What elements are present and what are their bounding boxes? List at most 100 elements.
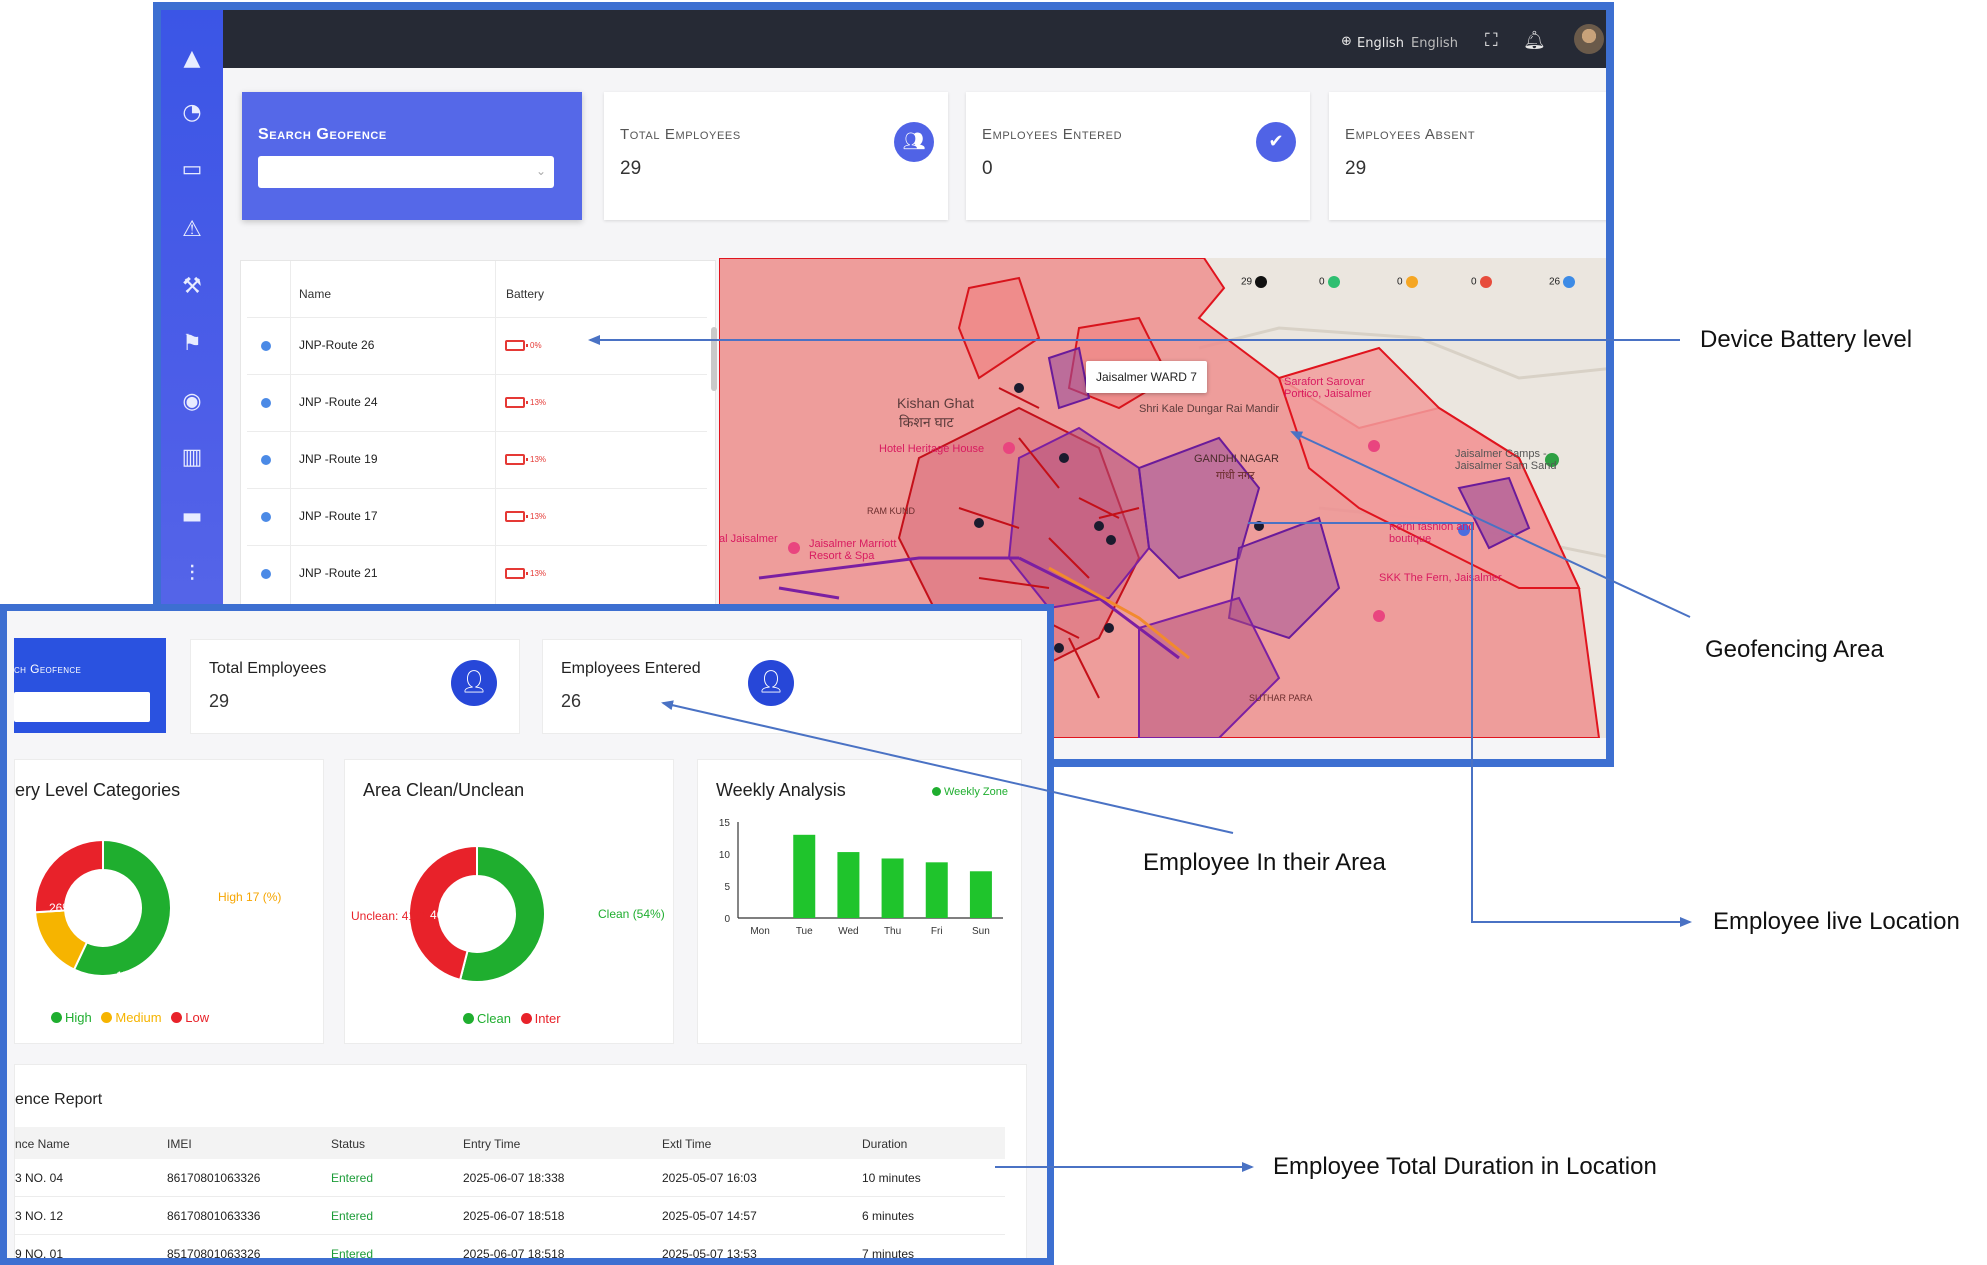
bar-sun[interactable] bbox=[969, 871, 992, 918]
bar-thu[interactable] bbox=[881, 858, 904, 918]
user-circle-icon[interactable]: ◉ bbox=[175, 385, 209, 419]
monitor-icon[interactable]: ▭ bbox=[175, 153, 209, 187]
entry-time: 2025-06-07 18:518 bbox=[463, 1209, 565, 1223]
report-title: ence Report bbox=[15, 1091, 103, 1108]
warning-icon[interactable]: ⚠ bbox=[175, 213, 209, 247]
table-row[interactable]: JNP -Route 17 13% bbox=[247, 488, 707, 545]
area-donut-chart bbox=[408, 844, 546, 983]
table-row[interactable]: 3 NO. 04 86170801063326 Entered 2025-06-… bbox=[15, 1159, 1005, 1197]
x-tick-label: Wed bbox=[838, 926, 858, 937]
total-employees-card: Total Employees 29 👤︎ bbox=[190, 639, 520, 734]
sliders-icon[interactable]: ⫶ bbox=[175, 558, 209, 592]
column-header[interactable]: IMEI bbox=[167, 1137, 192, 1151]
column-header[interactable]: Entry Time bbox=[463, 1137, 520, 1151]
total-employees-value: 29 bbox=[620, 158, 642, 179]
dashboard-gauge-icon[interactable]: ◔ bbox=[175, 96, 209, 130]
device-name: JNP -Route 21 bbox=[299, 566, 378, 580]
employees-entered-card: Employees Entered 0 ✔ bbox=[966, 92, 1310, 220]
bar-wed[interactable] bbox=[837, 852, 860, 918]
search-geofence-title: Search Geofence bbox=[258, 126, 387, 143]
table-row[interactable]: 3 NO. 12 86170801063336 Entered 2025-06-… bbox=[15, 1197, 1005, 1235]
x-tick-label: Sun bbox=[972, 926, 990, 937]
column-header-name[interactable]: Name bbox=[299, 287, 331, 301]
map-label: Kishan Ghat bbox=[897, 395, 975, 411]
duration: 6 minutes bbox=[862, 1209, 915, 1223]
legend-dot bbox=[51, 1012, 62, 1023]
employees-absent-card: Employees Absent 29 bbox=[1329, 92, 1606, 220]
y-tick-label: 10 bbox=[719, 850, 731, 861]
donut-note-clean: Clean (54%) bbox=[598, 907, 665, 921]
table-row[interactable]: JNP -Route 21 13% bbox=[247, 545, 707, 602]
column-header[interactable]: Duration bbox=[862, 1137, 907, 1151]
map-label: al Jaisalmer bbox=[719, 533, 778, 545]
donut-note-high: High 17 (%) bbox=[218, 890, 282, 904]
map-label: Jaisalmer Camps - Jaisalmer Sam Sand bbox=[1455, 448, 1557, 472]
top-header: ⊕ English English ⛶ 🔔︎ bbox=[223, 10, 1606, 68]
logo-icon[interactable]: ▲ bbox=[175, 42, 209, 76]
map-label: SUTHAR PARA bbox=[1249, 693, 1313, 703]
search-geofence-card: ch Geofence bbox=[14, 638, 166, 733]
y-tick-label: 5 bbox=[724, 882, 730, 893]
area-chart-legend: Clean Inter bbox=[463, 1011, 561, 1026]
search-geofence-title: ch Geofence bbox=[14, 662, 82, 676]
column-header[interactable]: nce Name bbox=[15, 1137, 70, 1151]
map-tooltip: Jaisalmer WARD 7 bbox=[1086, 361, 1207, 393]
language-label[interactable]: English bbox=[1357, 36, 1404, 51]
legend-high: High bbox=[65, 1010, 92, 1025]
search-geofence-card: Search Geofence ⌄ bbox=[242, 92, 582, 220]
card-icon[interactable]: ▬ bbox=[175, 500, 209, 534]
exit-time: 2025-05-07 16:03 bbox=[662, 1171, 757, 1185]
map-label: Shri Kale Dungar Rai Mandir bbox=[1139, 403, 1280, 415]
legend-clean: Clean bbox=[477, 1011, 511, 1026]
y-tick-label: 0 bbox=[724, 914, 730, 925]
bar-fri[interactable] bbox=[925, 862, 948, 918]
user-icon: 👤︎ bbox=[748, 660, 794, 706]
legend-item[interactable]: 26 bbox=[1549, 276, 1576, 288]
table-row[interactable]: JNP -Route 19 13% bbox=[247, 431, 707, 488]
bar-tue[interactable] bbox=[793, 834, 816, 918]
total-employees-card: Total Employees 29 👥︎ bbox=[604, 92, 948, 220]
annotation-geofence: Geofencing Area bbox=[1705, 636, 1884, 663]
total-employees-title: Total Employees bbox=[620, 126, 741, 143]
column-header[interactable]: Extl Time bbox=[662, 1137, 711, 1151]
legend-item[interactable]: 0 bbox=[1319, 276, 1340, 288]
table-row[interactable]: 9 NO. 01 85170801063326 Entered 2025-06-… bbox=[15, 1235, 1005, 1258]
flag-icon[interactable]: ⚑ bbox=[175, 327, 209, 361]
map-label: Jaisalmer Marriott Resort & Spa bbox=[809, 538, 897, 562]
legend-item[interactable]: 0 bbox=[1471, 276, 1492, 288]
device-name: JNP -Route 17 bbox=[299, 509, 378, 523]
bell-icon[interactable]: 🔔︎ bbox=[1523, 30, 1546, 51]
donut-label-low: 26% bbox=[49, 901, 74, 915]
column-header-battery[interactable]: Battery bbox=[506, 287, 544, 301]
legend-inter: Inter bbox=[534, 1011, 561, 1026]
legend-item[interactable]: 0 bbox=[1397, 276, 1418, 288]
battery-icon bbox=[505, 568, 528, 579]
table-row[interactable]: JNP -Route 24 13% bbox=[247, 374, 707, 431]
weekly-bar-chart: 0 5 10 15 Mon Tue Wed Thu Fri Sun bbox=[719, 818, 1003, 937]
legend-count: 0 bbox=[1397, 276, 1403, 288]
search-geofence-select[interactable] bbox=[14, 692, 150, 722]
language-value[interactable]: English bbox=[1411, 36, 1458, 51]
employees-entered-value: 0 bbox=[982, 158, 993, 179]
status-dot bbox=[261, 512, 271, 522]
table-row[interactable]: JNP-Route 26 0% bbox=[247, 317, 707, 374]
battery-percent: 13% bbox=[530, 398, 547, 407]
globe-icon[interactable]: ⊕ bbox=[1341, 34, 1352, 49]
imei: 86170801063326 bbox=[167, 1171, 261, 1185]
employees-absent-value: 29 bbox=[1345, 158, 1367, 179]
bar-chart-icon[interactable]: ▥ bbox=[175, 441, 209, 475]
battery-icon bbox=[505, 397, 528, 408]
legend-item[interactable]: 29 bbox=[1241, 276, 1268, 288]
donut-slice-medium[interactable] bbox=[34, 909, 89, 971]
device-name: JNP -Route 19 bbox=[299, 452, 378, 466]
table-scrollbar[interactable] bbox=[711, 327, 717, 391]
legend-medium: Medium bbox=[115, 1010, 162, 1025]
battery-percent: 13% bbox=[530, 512, 547, 521]
column-header[interactable]: Status bbox=[331, 1137, 365, 1151]
wrench-icon[interactable]: ⚒ bbox=[175, 270, 209, 304]
avatar[interactable] bbox=[1574, 24, 1604, 54]
fullscreen-icon[interactable]: ⛶ bbox=[1485, 30, 1498, 51]
search-geofence-select[interactable]: ⌄ bbox=[258, 156, 554, 188]
battery-chart-legend: High Medium Low bbox=[51, 1010, 209, 1025]
device-name: JNP -Route 24 bbox=[299, 395, 378, 409]
